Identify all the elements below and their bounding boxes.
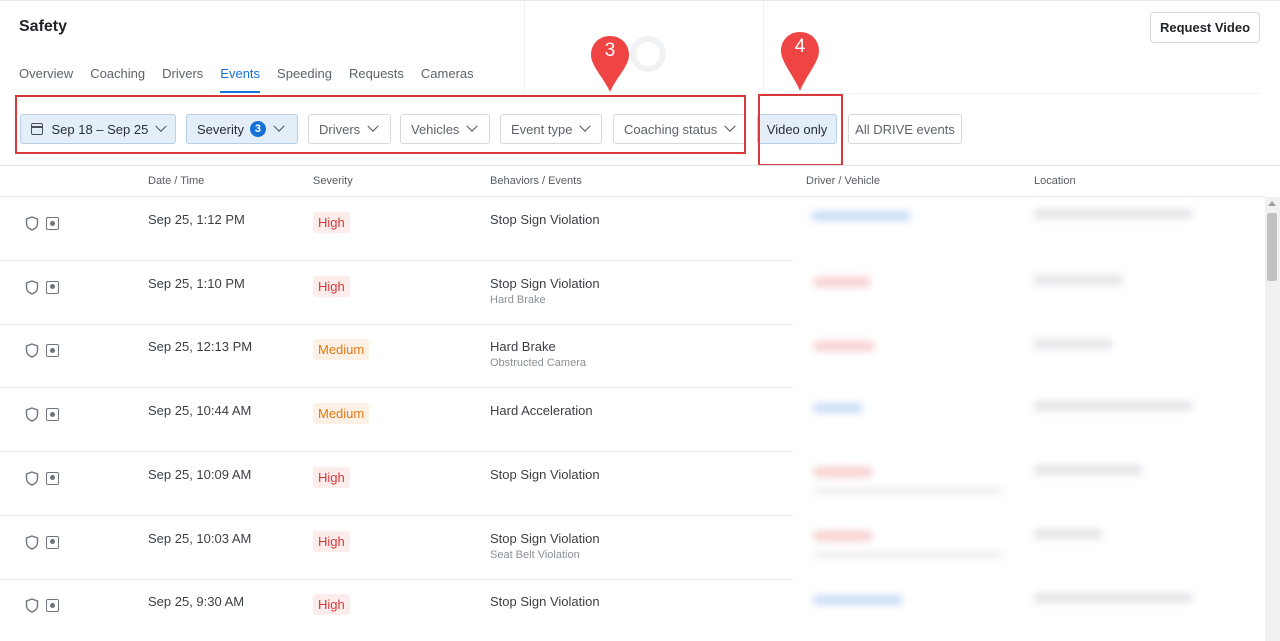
tab-bar: Overview Coaching Drivers Events Speedin… — [19, 66, 491, 94]
shield-icon[interactable] — [25, 279, 39, 295]
camera-icon[interactable] — [46, 217, 59, 230]
scrollbar-thumb[interactable] — [1267, 213, 1277, 281]
callout-box-filters — [15, 95, 746, 154]
camera-icon[interactable] — [46, 535, 59, 549]
tab-coaching[interactable]: Coaching — [90, 66, 145, 94]
severity-badge: Medium — [313, 339, 370, 361]
tab-drivers[interactable]: Drivers — [162, 66, 203, 94]
table-top-border — [0, 165, 1280, 166]
event-datetime: Sep 25, 10:03 AM — [148, 530, 252, 546]
behavior-label: Stop Sign Violation — [490, 212, 600, 227]
camera-icon[interactable] — [46, 280, 59, 294]
severity-badge: Medium — [313, 403, 370, 425]
behavior-sub-label: Seat Belt Violation — [490, 548, 580, 561]
event-datetime: Sep 25, 9:30 AM — [148, 594, 245, 610]
tab-cameras[interactable]: Cameras — [421, 66, 474, 94]
callout-number: 4 — [794, 36, 806, 57]
camera-icon[interactable] — [46, 471, 59, 485]
behavior-label: Hard Brake — [490, 339, 556, 355]
header-behaviors[interactable]: Behaviors / Events — [490, 175, 582, 187]
severity-badge: High — [313, 275, 350, 297]
callout-number: 3 — [604, 40, 616, 61]
loading-ring-icon — [630, 36, 666, 72]
event-datetime: Sep 25, 10:44 AM — [148, 403, 252, 419]
event-datetime: Sep 25, 12:13 PM — [148, 339, 253, 355]
behavior-label: Stop Sign Violation — [490, 275, 600, 291]
behavior-label: Stop Sign Violation — [490, 530, 600, 546]
callout-pin-4: 4 — [780, 30, 820, 91]
shield-icon[interactable] — [25, 343, 39, 359]
page-title: Safety — [19, 18, 68, 35]
all-drive-events-toggle[interactable]: All DRIVE events — [848, 114, 962, 144]
callout-box-video-only — [758, 94, 843, 166]
severity-badge: High — [313, 212, 350, 233]
event-datetime: Sep 25, 1:10 PM — [148, 275, 245, 291]
camera-icon[interactable] — [46, 408, 59, 422]
event-datetime: Sep 25, 10:09 AM — [148, 466, 252, 482]
request-video-button[interactable]: Request Video — [1150, 12, 1260, 43]
shield-icon[interactable] — [25, 534, 39, 550]
scroll-up-arrow-icon[interactable] — [1268, 201, 1276, 206]
tab-events[interactable]: Events — [220, 66, 260, 94]
tab-speeding[interactable]: Speeding — [277, 66, 332, 94]
behavior-label: Stop Sign Violation — [490, 594, 600, 610]
shield-icon[interactable] — [25, 407, 39, 422]
callout-pin-3: 3 — [590, 34, 630, 92]
behavior-label: Stop Sign Violation — [490, 466, 600, 482]
behavior-sub-label: Hard Brake — [490, 293, 546, 306]
redacted-area — [793, 197, 1242, 627]
shield-icon[interactable] — [25, 216, 39, 231]
header-driver-vehicle[interactable]: Driver / Vehicle — [806, 175, 880, 187]
shield-icon[interactable] — [25, 471, 39, 486]
shield-icon[interactable] — [25, 598, 39, 613]
behavior-sub-label: Obstructed Camera — [490, 357, 586, 370]
camera-icon[interactable] — [46, 599, 59, 613]
tab-requests[interactable]: Requests — [349, 66, 404, 94]
camera-icon[interactable] — [46, 344, 59, 358]
header-severity[interactable]: Severity — [313, 175, 353, 187]
header-location[interactable]: Location — [1034, 175, 1076, 187]
severity-badge: High — [313, 466, 350, 488]
behavior-label: Hard Acceleration — [490, 403, 593, 419]
severity-badge: High — [313, 594, 350, 616]
event-datetime: Sep 25, 1:12 PM — [148, 212, 245, 227]
severity-badge: High — [313, 530, 350, 552]
tab-overview[interactable]: Overview — [19, 66, 73, 94]
header-date-time[interactable]: Date / Time — [148, 175, 204, 187]
